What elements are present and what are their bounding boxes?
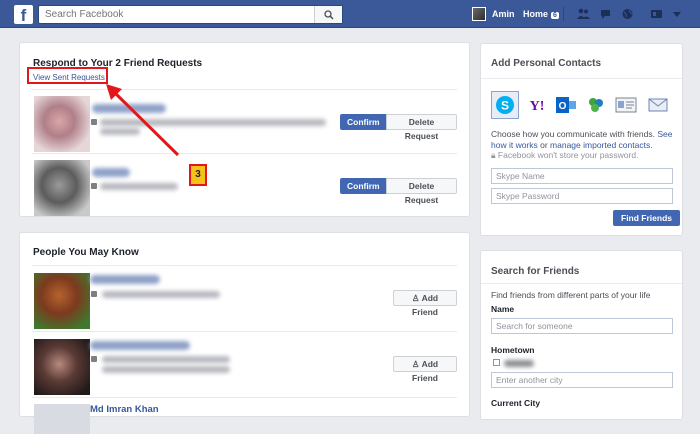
home-link[interactable]: Home 6 [523, 9, 559, 19]
contacts-description: Choose how you communicate with friends.… [491, 129, 673, 150]
add-person-icon: ♙ [411, 293, 422, 303]
annotation-highlight-box [27, 67, 108, 84]
add-friend-button[interactable]: ♙ Add Friend [393, 290, 457, 317]
manage-imported-contacts-link[interactable]: manage imported contacts [550, 140, 650, 150]
search-box[interactable] [38, 5, 343, 24]
suggestion-row: ♙ Add Friend [32, 331, 457, 395]
add-personal-contacts-panel: Add Personal Contacts S Y! O Choose how … [480, 43, 683, 236]
lock-icon [91, 119, 97, 125]
top-navigation-bar: f Amin Home6 [0, 0, 700, 28]
facebook-logo[interactable]: f [14, 5, 33, 25]
suggestion-photo[interactable] [34, 273, 90, 329]
friend-requests-icon[interactable] [577, 8, 590, 20]
suggestion-row: ♙ Add Friend [32, 265, 457, 329]
hometown-label: Hometown [491, 345, 535, 355]
email-icon [648, 98, 668, 112]
search-input[interactable] [39, 6, 309, 23]
hometown-checkbox[interactable] [493, 359, 500, 366]
user-name: Amin [492, 9, 515, 19]
svg-text:Y!: Y! [530, 99, 545, 114]
requester-details [100, 183, 178, 190]
settings-dropdown-icon[interactable] [672, 8, 682, 20]
suggestion-details [102, 356, 230, 363]
lock-icon: 🔒︎ [491, 150, 496, 160]
search-for-friends-panel: Search for Friends Find friends from dif… [480, 250, 683, 420]
yahoo-icon: Y! [530, 99, 545, 114]
people-you-may-know-panel: People You May Know ♙ Add Friend ♙ Add F… [19, 232, 470, 434]
outlook-service-tab[interactable]: O [554, 93, 578, 117]
notifications-globe-icon[interactable] [621, 8, 634, 20]
divider [481, 78, 682, 79]
svg-text:S: S [501, 99, 509, 113]
delete-request-button[interactable]: Delete Request [386, 178, 457, 205]
home-badge: 6 [551, 12, 559, 19]
suggestion-name[interactable]: Md Imran Khan [90, 404, 159, 415]
add-friend-button[interactable]: ♙ Add Friend [393, 356, 457, 383]
home-label: Home [523, 9, 549, 19]
avatar [472, 7, 486, 21]
profile-link[interactable]: Amin [472, 7, 515, 21]
windows-live-service-tab[interactable] [584, 93, 608, 117]
windows-live-icon [589, 98, 603, 112]
outlook-icon: O [556, 97, 576, 113]
find-friends-button[interactable]: Find Friends [613, 210, 680, 226]
annotation-step-number: 3 [189, 164, 207, 186]
skype-password-field[interactable]: Skype Password [491, 188, 673, 204]
skype-icon: S [496, 96, 514, 114]
suggestion-row: Md Imran Khan [32, 397, 457, 434]
name-label: Name [491, 304, 515, 314]
yahoo-service-tab[interactable]: Y! [525, 93, 549, 117]
hometown-city-field[interactable]: Enter another city [491, 372, 673, 388]
confirm-button[interactable]: Confirm [340, 114, 387, 130]
suggestion-photo[interactable] [34, 339, 90, 395]
messages-icon[interactable] [600, 8, 613, 20]
suggestion-name[interactable] [90, 341, 190, 350]
search-friends-description: Find friends from different parts of you… [491, 290, 651, 300]
hometown-option [504, 360, 534, 367]
people-you-may-know-title: People You May Know [33, 247, 139, 258]
divider [481, 283, 682, 284]
email-service-tab[interactable] [646, 93, 670, 117]
add-personal-contacts-title: Add Personal Contacts [491, 58, 602, 69]
suggestion-photo[interactable] [34, 404, 90, 434]
skype-name-field[interactable]: Skype Name [491, 168, 673, 184]
annotation-arrow-icon [106, 84, 180, 157]
skype-service-tab[interactable]: S [491, 91, 519, 119]
suggestion-details [102, 291, 220, 298]
requester-name[interactable] [92, 168, 130, 177]
confirm-button[interactable]: Confirm [340, 178, 387, 194]
requester-photo[interactable] [34, 160, 90, 216]
privacy-shortcuts-icon[interactable] [650, 8, 663, 20]
friend-request-row: Confirm Delete Request [32, 89, 457, 152]
search-button[interactable] [314, 6, 342, 23]
requester-photo[interactable] [34, 96, 90, 152]
lock-icon [91, 183, 97, 189]
current-city-label: Current City [491, 398, 541, 408]
name-search-field[interactable]: Search for someone [491, 318, 673, 334]
search-for-friends-title: Search for Friends [491, 266, 580, 277]
add-person-icon: ♙ [411, 359, 422, 369]
search-icon [323, 9, 334, 20]
contacts-file-icon [615, 97, 637, 113]
lock-icon [91, 356, 97, 362]
lock-icon [91, 291, 97, 297]
suggestion-details [102, 366, 230, 373]
svg-text:O: O [559, 101, 567, 112]
friend-request-row: Confirm Delete Request [32, 153, 457, 216]
suggestion-name[interactable] [90, 275, 160, 284]
privacy-note: 🔒︎ Facebook won't store your password. [491, 150, 639, 160]
contacts-file-service-tab[interactable] [614, 93, 638, 117]
divider [563, 7, 564, 21]
delete-request-button[interactable]: Delete Request [386, 114, 457, 141]
